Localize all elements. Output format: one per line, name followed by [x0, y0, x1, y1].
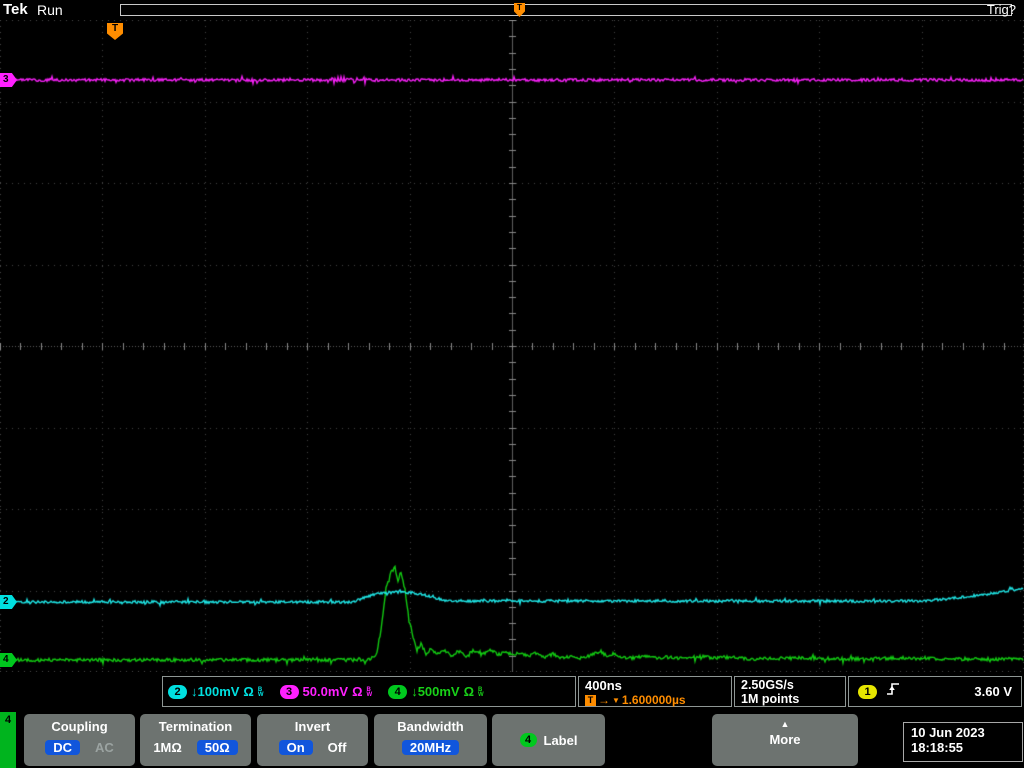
waveform-traces	[0, 20, 1024, 672]
termination-menu-button[interactable]: Termination 1MΩ 50Ω	[140, 714, 251, 766]
termination-1mohm-option[interactable]: 1MΩ	[153, 740, 181, 755]
horizontal-delay: T→▼1.600000µs	[585, 693, 725, 707]
time-text: 18:18:55	[911, 740, 1015, 755]
horizontal-readout[interactable]: 400ns T→▼1.600000µs	[578, 676, 732, 707]
invert-title: Invert	[257, 719, 368, 734]
bandwidth-limit-icon: BW	[258, 688, 264, 698]
trigger-readout[interactable]: 1 3.60 V	[848, 676, 1022, 707]
label-channel-badge: 4	[520, 733, 537, 747]
channel-readouts: 2 ↓100mV Ω BW 3 50.0mV Ω BW 4 ↓500mV Ω B…	[162, 676, 576, 707]
termination-50ohm-option[interactable]: 50Ω	[197, 740, 238, 755]
trigger-status: Trig?	[987, 2, 1016, 17]
record-length: 1M points	[741, 692, 839, 706]
invert-on-option[interactable]: On	[279, 740, 313, 755]
arrow-icon: →	[598, 693, 610, 707]
label-menu-button[interactable]: 4 Label	[492, 714, 605, 766]
label-title: Label	[544, 733, 578, 748]
channel4-badge: 4	[388, 685, 407, 699]
trigger-t-icon: T	[585, 695, 596, 706]
channel4-impedance: Ω	[464, 684, 474, 699]
channel3-badge: 3	[280, 685, 299, 699]
trigger-level: 3.60 V	[974, 684, 1012, 699]
more-title: More	[712, 732, 858, 747]
coupling-ac-option[interactable]: AC	[95, 740, 114, 755]
top-status-bar: Tek Run T Trig?	[0, 0, 1024, 20]
coupling-dc-option[interactable]: DC	[45, 740, 80, 755]
channel3-scale: 50.0mV	[303, 684, 349, 699]
record-view-bar[interactable]: T	[120, 4, 1012, 16]
tek-logo: Tek	[3, 1, 28, 18]
acquisition-readout: 2.50GS/s 1M points	[734, 676, 846, 707]
date-text: 10 Jun 2023	[911, 725, 1015, 740]
invert-off-option[interactable]: Off	[328, 740, 347, 755]
bottom-menu-bar: 4 Coupling DC AC Termination 1MΩ 50Ω Inv…	[0, 712, 1024, 768]
channel2-readout[interactable]: 2 ↓100mV Ω BW	[168, 684, 264, 699]
invert-menu-button[interactable]: Invert On Off	[257, 714, 368, 766]
bandwidth-limit-icon: BW	[367, 688, 373, 698]
coupling-title: Coupling	[24, 719, 135, 734]
acquisition-status: Run	[37, 2, 63, 18]
waveform-display[interactable]: T 3 2 4	[0, 20, 1024, 672]
delay-value: 1.600000µs	[622, 693, 686, 707]
channel3-impedance: Ω	[352, 684, 362, 699]
datetime-display: 10 Jun 2023 18:18:55	[903, 722, 1023, 762]
termination-title: Termination	[140, 719, 251, 734]
rising-edge-icon	[886, 681, 900, 702]
selected-channel-tab[interactable]: 4	[0, 712, 16, 768]
bandwidth-menu-button[interactable]: Bandwidth 20MHz	[374, 714, 487, 766]
trigger-source-badge: 1	[858, 685, 877, 699]
horizontal-scale: 400ns	[585, 678, 725, 693]
more-up-arrow-icon: ▲	[712, 720, 858, 729]
coupling-menu-button[interactable]: Coupling DC AC	[24, 714, 135, 766]
sample-rate: 2.50GS/s	[741, 678, 839, 692]
readout-bar: 2 ↓100mV Ω BW 3 50.0mV Ω BW 4 ↓500mV Ω B…	[0, 672, 1024, 712]
channel2-impedance: Ω	[243, 684, 253, 699]
oscilloscope-screen: Tek Run T Trig? T 3 2 4 2 ↓100mV Ω BW 3 …	[0, 0, 1024, 768]
bandwidth-value[interactable]: 20MHz	[402, 740, 459, 755]
record-trigger-marker[interactable]: T	[514, 3, 525, 17]
channel3-readout[interactable]: 3 50.0mV Ω BW	[280, 684, 373, 699]
bandwidth-title: Bandwidth	[374, 719, 487, 734]
expansion-marker-icon: ▼	[612, 696, 620, 705]
channel4-scale: ↓500mV	[411, 684, 459, 699]
channel2-badge: 2	[168, 685, 187, 699]
more-menu-button[interactable]: ▲ More	[712, 714, 858, 766]
channel4-readout[interactable]: 4 ↓500mV Ω BW	[388, 684, 484, 699]
channel2-scale: ↓100mV	[191, 684, 239, 699]
bandwidth-limit-icon: BW	[478, 688, 484, 698]
